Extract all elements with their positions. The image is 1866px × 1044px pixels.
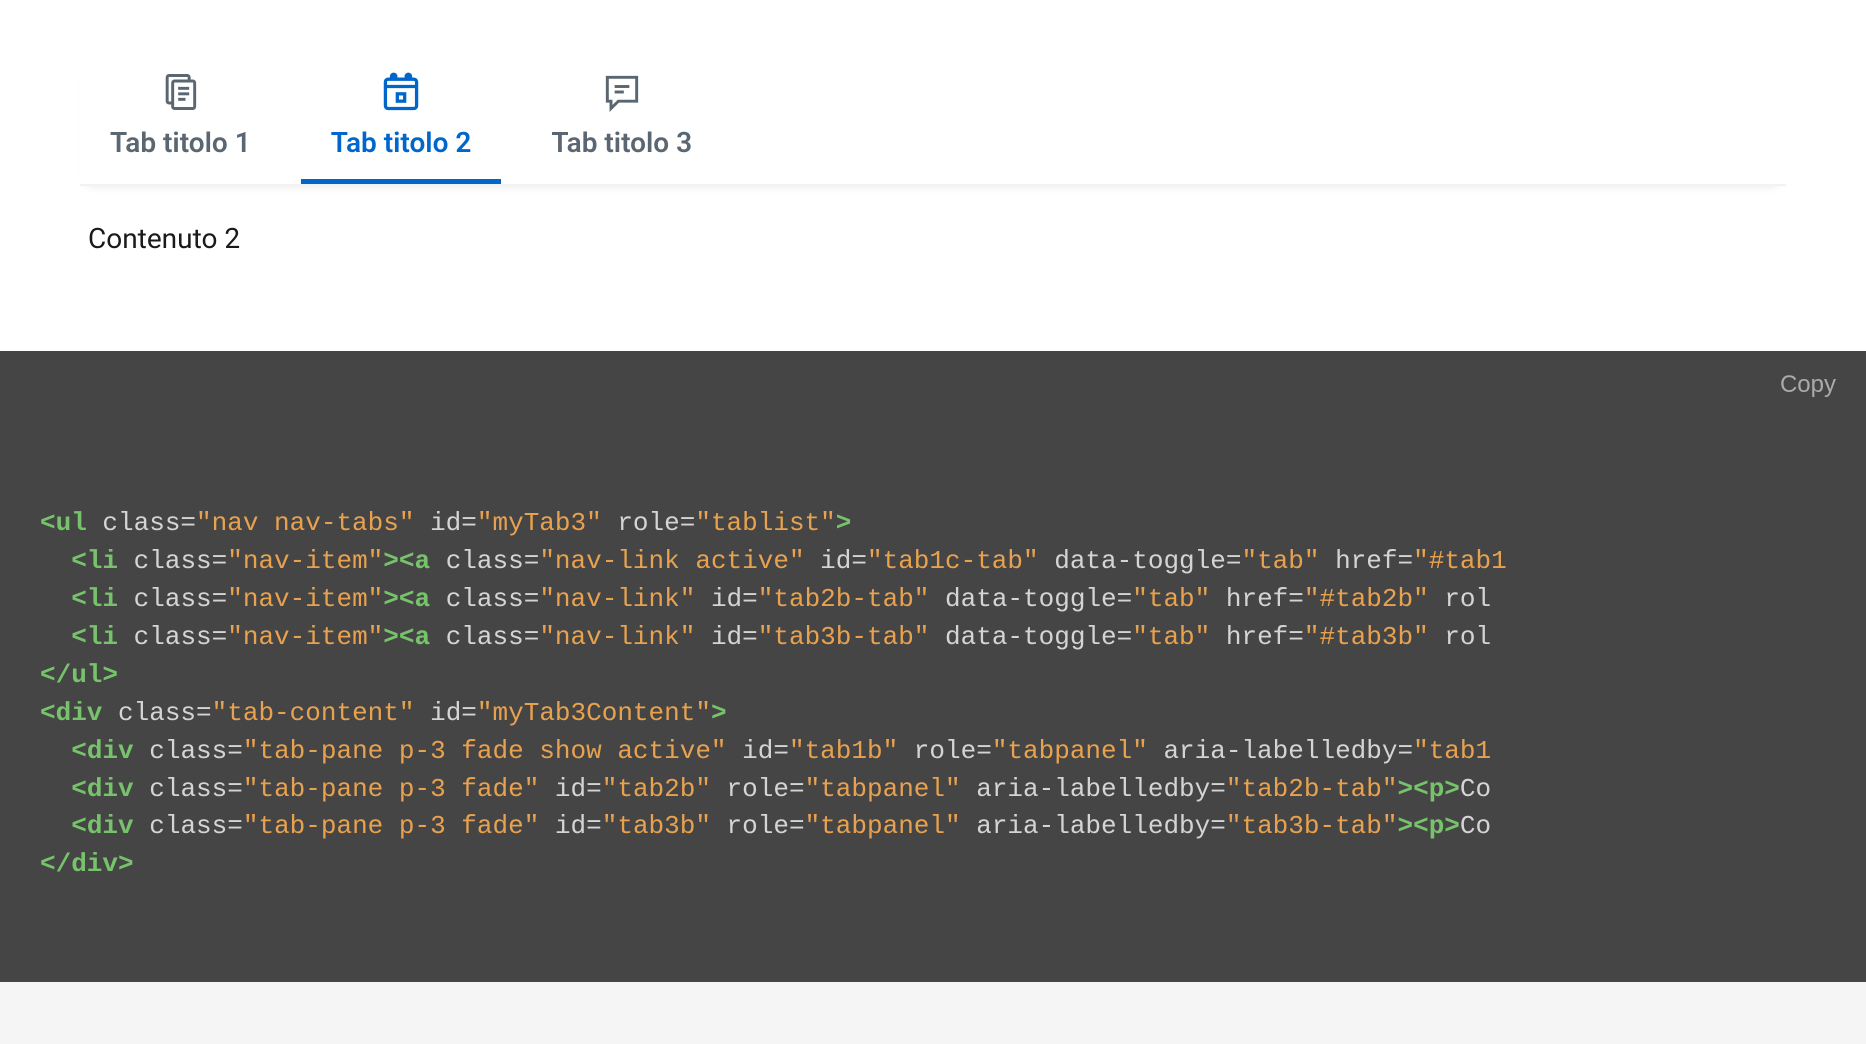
calendar-icon <box>379 70 423 114</box>
tab-3-label: Tab titolo 3 <box>551 126 692 159</box>
code-content: <ul class="nav nav-tabs" id="myTab3" rol… <box>40 505 1826 885</box>
tab-2[interactable]: Tab titolo 2 <box>301 60 502 184</box>
tab-1[interactable]: Tab titolo 1 <box>80 60 281 184</box>
tab-3[interactable]: Tab titolo 3 <box>521 60 722 184</box>
tabs-demo-panel: Tab titolo 1 Tab titolo 2 <box>0 0 1866 351</box>
tab-2-label: Tab titolo 2 <box>331 126 472 159</box>
comment-icon <box>600 70 644 114</box>
tab-1-label: Tab titolo 1 <box>110 126 251 159</box>
tab-pane-text: Contenuto 2 <box>88 222 1778 255</box>
code-block: Copy <ul class="nav nav-tabs" id="myTab3… <box>0 351 1866 982</box>
tab-content: Contenuto 2 <box>80 186 1786 291</box>
nav-tabs: Tab titolo 1 Tab titolo 2 <box>80 60 1786 186</box>
copy-button[interactable]: Copy <box>1780 367 1836 402</box>
file-icon <box>158 70 202 114</box>
